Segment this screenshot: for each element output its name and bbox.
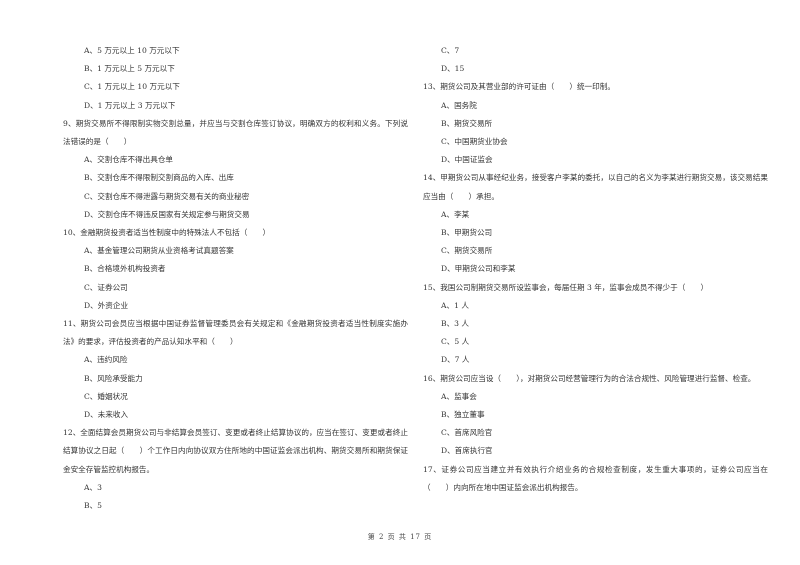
- option: B、风险承受能力: [84, 373, 143, 383]
- option: A、李某: [441, 209, 470, 219]
- option: C、婚姻状况: [84, 391, 128, 401]
- question-9: 9、期货交易所不得限制实物交割总量，并应当与交割仓库签订协议，明确双方的权利和义…: [63, 115, 408, 224]
- option: A、基金管理公司期货从业资格考试真题答案: [84, 246, 234, 256]
- option: C、证券公司: [84, 282, 128, 292]
- option: C、交割仓库不得泄露与期货交易有关的商业秘密: [84, 191, 250, 201]
- option: A、监事会: [441, 391, 477, 401]
- question-text: 17、证券公司应当建立并有效执行介绍业务的合规检查制度，发生重大事项的，证券公司…: [423, 464, 768, 492]
- option: A、1 人: [441, 300, 469, 310]
- question-10: 10、金融期货投资者适当性制度中的特殊法人不包括（ ） A、基金管理公司期货从业…: [63, 224, 408, 315]
- right-column: C、7 D、15 13、期货公司及其营业部的许可证由（ ）统一印制。 A、国务院…: [423, 42, 768, 497]
- option: A、国务院: [441, 100, 477, 110]
- option: D、外资企业: [84, 300, 129, 310]
- left-column: A、5 万元以上 10 万元以下 B、1 万元以上 5 万元以下 C、1 万元以…: [63, 42, 408, 515]
- option: B、甲期货公司: [441, 228, 493, 238]
- question-16: 16、期货公司应当设（ ），对期货公司经营管理行为的合法合规性、风险管理进行监督…: [423, 370, 768, 461]
- option: D、7 人: [441, 355, 470, 365]
- option: D、甲期货公司和李某: [441, 264, 516, 274]
- option: C、中国期货业协会: [441, 137, 508, 147]
- question-text: 10、金融期货投资者适当性制度中的特殊法人不包括（ ）: [63, 228, 271, 238]
- option: B、独立董事: [441, 410, 485, 420]
- question-12: 12、全面结算会员期货公司与非结算会员签订、变更或者终止结算协议的，应当在签订、…: [63, 424, 408, 515]
- question-text: 15、我国公司制期货交易所设监事会，每届任期 3 年，监事会成员不得少于（ ）: [423, 282, 709, 292]
- question-text: 14、甲期货公司从事经纪业务，接受客户李某的委托，以自己的名义为李某进行期货交易…: [423, 173, 768, 201]
- option: D、未来收入: [84, 410, 129, 420]
- option: D、交割仓库不得违反国家有关规定参与期货交易: [84, 209, 250, 219]
- option: A、3: [84, 482, 102, 492]
- option: B、期货交易所: [441, 118, 493, 128]
- option: D、15: [441, 64, 465, 74]
- question-text: 9、期货交易所不得限制实物交割总量，并应当与交割仓库签订协议，明确双方的权利和义…: [63, 118, 408, 147]
- question-text: 13、期货公司及其营业部的许可证由（ ）统一印制。: [423, 82, 615, 92]
- option: C、5 人: [441, 337, 470, 347]
- option: B、1 万元以上 5 万元以下: [84, 64, 175, 74]
- option: C、期货交易所: [441, 246, 493, 256]
- option: C、1 万元以上 10 万元以下: [84, 82, 180, 92]
- question-text: 16、期货公司应当设（ ），对期货公司经营管理行为的合法合规性、风险管理进行监督…: [423, 373, 756, 383]
- option: D、中国证监会: [441, 155, 493, 165]
- question-text: 11、期货公司会员应当根据中国证券监督管理委员会有关规定和《金融期货投资者适当性…: [63, 319, 408, 347]
- option: A、违约风险: [84, 355, 128, 365]
- option: D、首席执行官: [441, 446, 493, 456]
- option: C、首席风险官: [441, 428, 493, 438]
- question-11: 11、期货公司会员应当根据中国证券监督管理委员会有关规定和《金融期货投资者适当性…: [63, 315, 408, 424]
- question-14: 14、甲期货公司从事经纪业务，接受客户李某的委托，以自己的名义为李某进行期货交易…: [423, 169, 768, 278]
- option: B、3 人: [441, 319, 470, 329]
- question-13: 13、期货公司及其营业部的许可证由（ ）统一印制。 A、国务院 B、期货交易所 …: [423, 78, 768, 169]
- option: B、5: [84, 501, 103, 511]
- option: B、交割仓库不得限制交割商品的入库、出库: [84, 173, 234, 183]
- option: A、5 万元以上 10 万元以下: [84, 46, 180, 55]
- option: D、1 万元以上 3 万元以下: [84, 100, 176, 110]
- option: A、交割仓库不得出具仓单: [84, 155, 174, 165]
- question-15: 15、我国公司制期货交易所设监事会，每届任期 3 年，监事会成员不得少于（ ） …: [423, 279, 768, 370]
- option: C、7: [441, 46, 460, 55]
- question-17: 17、证券公司应当建立并有效执行介绍业务的合规检查制度，发生重大事项的，证券公司…: [423, 461, 768, 497]
- option: B、合格境外机构投资者: [84, 264, 166, 274]
- page-number: 第 2 页 共 17 页: [367, 533, 433, 541]
- question-text: 12、全面结算会员期货公司与非结算会员签订、变更或者终止结算协议的，应当在签订、…: [63, 428, 408, 474]
